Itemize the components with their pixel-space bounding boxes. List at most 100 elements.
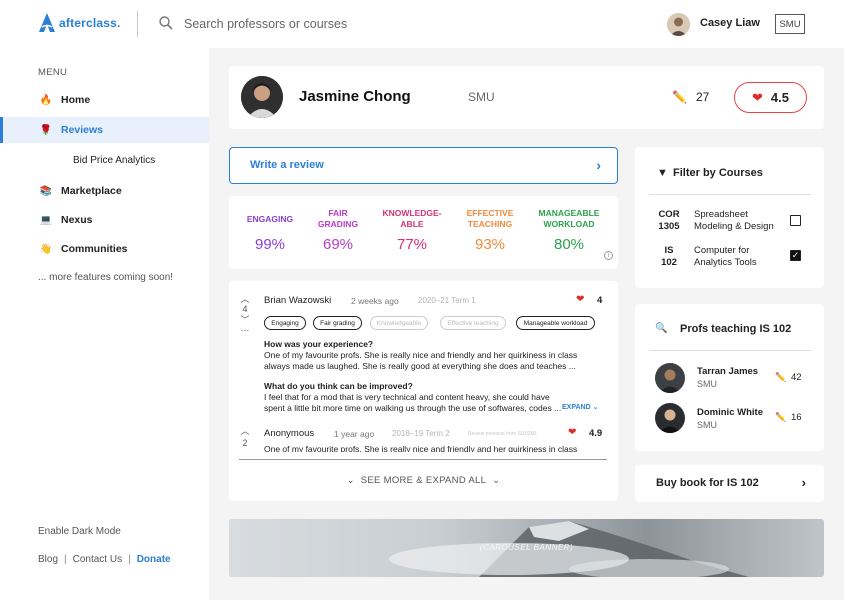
prof-name[interactable]: Dominic White bbox=[697, 407, 763, 418]
see-more-label: SEE MORE & EXPAND ALL bbox=[360, 475, 487, 486]
footer-separator: | bbox=[64, 554, 67, 565]
sidebar-item-communities[interactable]: 👋 Communities bbox=[0, 236, 209, 262]
tag-engaging: Engaging bbox=[264, 316, 306, 330]
user-avatar[interactable] bbox=[667, 13, 690, 36]
course-code: IS 102 bbox=[661, 245, 677, 268]
answer-experience: One of my favourite profs. She is really… bbox=[264, 350, 578, 371]
course-checkbox-cor1305[interactable] bbox=[790, 215, 801, 226]
prof-avatar[interactable] bbox=[655, 363, 685, 393]
logo-icon bbox=[39, 13, 55, 32]
write-review-label: Write a review bbox=[250, 159, 324, 171]
question-experience: How was your experience? bbox=[264, 339, 374, 349]
sidebar-item-label: Reviews bbox=[61, 124, 104, 136]
profs-teaching-card: 🔍 Profs teaching IS 102 Tarran James SMU… bbox=[635, 304, 824, 451]
metric-label: FAIR GRADING bbox=[317, 208, 359, 229]
metric-value: 69% bbox=[322, 236, 354, 253]
review-course-note: Review previous from IS102ML bbox=[468, 431, 538, 437]
metric-fair-grading: FAIR GRADING 69% bbox=[303, 206, 373, 253]
professor-avatar bbox=[241, 76, 283, 118]
review-term: 2020–21 Term 1 bbox=[418, 296, 476, 305]
see-more-button[interactable]: ⌄ SEE MORE & EXPAND ALL ⌄ bbox=[229, 475, 618, 486]
metric-value: 99% bbox=[254, 236, 286, 253]
heart-icon: ❤ bbox=[576, 294, 585, 305]
sidebar-item-home[interactable]: 🔥 Home bbox=[0, 87, 209, 113]
review-term: 2018–19 Term 2 bbox=[392, 429, 450, 438]
tag-manageable-workload: Manageable workload bbox=[516, 316, 595, 330]
banner-label: (CAROUSEL BANNER) bbox=[479, 543, 574, 552]
chevron-down-icon: ⌄ bbox=[592, 404, 599, 411]
contact-link[interactable]: Contact Us bbox=[73, 554, 122, 565]
prof-name[interactable]: Tarran James bbox=[697, 366, 758, 377]
answer-improve: I feel that for a mod that is very techn… bbox=[264, 392, 562, 413]
logo[interactable]: afterclass. bbox=[38, 12, 121, 34]
blog-link[interactable]: Blog bbox=[38, 554, 58, 565]
profs-divider bbox=[649, 350, 811, 351]
search-icon bbox=[159, 16, 173, 30]
info-icon[interactable]: i bbox=[604, 251, 613, 260]
prof-review-count: 16 bbox=[791, 412, 802, 423]
metric-effective-teaching: EFFECTIVE TEACHING 93% bbox=[455, 206, 525, 253]
footer-separator: | bbox=[128, 554, 131, 565]
header-divider bbox=[137, 11, 138, 37]
user-avatar-image bbox=[667, 13, 690, 36]
metric-knowledgeable: KNOWLEDGE-ABLE 77% bbox=[377, 206, 447, 253]
chevron-down-icon: ⌄ bbox=[346, 475, 355, 486]
prof-review-count: 42 bbox=[791, 372, 802, 383]
carousel-banner[interactable]: (CAROUSEL BANNER) bbox=[229, 519, 824, 577]
footer-links: Blog | Contact Us | Donate bbox=[38, 554, 171, 565]
books-icon: 📚 bbox=[39, 185, 53, 197]
user-name[interactable]: Casey Liaw bbox=[700, 17, 760, 29]
school-badge[interactable]: SMU bbox=[775, 14, 805, 34]
upvote-icon[interactable]: ︿ bbox=[240, 424, 250, 437]
sidebar-subitem-bid-price-analytics[interactable]: Bid Price Analytics bbox=[73, 155, 155, 166]
magnifier-icon: 🔍 bbox=[655, 323, 668, 334]
wave-icon: 👋 bbox=[39, 243, 53, 255]
sidebar-item-reviews[interactable]: 🌹 Reviews bbox=[0, 117, 209, 143]
question-improve: What do you think can be improved? bbox=[264, 381, 413, 391]
chevron-right-icon: › bbox=[801, 475, 806, 490]
prof-school: SMU bbox=[697, 379, 717, 389]
professor-school: SMU bbox=[468, 90, 495, 104]
metric-value: 93% bbox=[474, 236, 506, 253]
donate-link[interactable]: Donate bbox=[137, 554, 171, 565]
sidebar-item-label: Home bbox=[61, 94, 91, 106]
metric-label: ENGAGING bbox=[246, 213, 294, 224]
search-input[interactable] bbox=[184, 14, 484, 34]
pencil-icon: ✏️ bbox=[775, 372, 787, 382]
course-checkbox-is102[interactable]: ✓ bbox=[790, 250, 801, 261]
review-preview-clip: One of my favourite profs. She is really… bbox=[264, 444, 604, 452]
review-time: 2 weeks ago bbox=[351, 296, 399, 306]
prof-avatar[interactable] bbox=[655, 403, 685, 433]
top-bar: afterclass. Casey Liaw SMU bbox=[0, 0, 844, 48]
funnel-icon: ▼ bbox=[657, 167, 668, 179]
logo-text: afterclass. bbox=[59, 16, 121, 30]
course-name: Computer for Analytics Tools bbox=[694, 245, 757, 268]
answer-experience: One of my favourite profs. She is really… bbox=[264, 444, 578, 452]
dark-mode-toggle[interactable]: Enable Dark Mode bbox=[38, 526, 121, 537]
professor-header: Jasmine Chong SMU ✏️ 27 ❤ 4.5 bbox=[229, 66, 824, 129]
profs-teaching-title: Profs teaching IS 102 bbox=[680, 323, 792, 335]
more-features-note: ... more features coming soon! bbox=[38, 272, 174, 283]
write-review-button[interactable]: Write a review › bbox=[229, 147, 618, 184]
prof-avatar-image bbox=[655, 403, 685, 433]
sidebar-item-marketplace[interactable]: 📚 Marketplace bbox=[0, 178, 209, 204]
expand-label: EXPAND bbox=[562, 404, 591, 411]
expand-button[interactable]: EXPAND ⌄ bbox=[562, 403, 598, 411]
rating-badge[interactable]: ❤ 4.5 bbox=[734, 82, 807, 113]
rating-value: 4.5 bbox=[770, 90, 789, 105]
metric-label: EFFECTIVE TEACHING bbox=[466, 208, 514, 229]
vote-count: 2 bbox=[242, 438, 248, 448]
rose-icon: 🌹 bbox=[39, 124, 53, 136]
sidebar-item-nexus[interactable]: 💻 Nexus bbox=[0, 207, 209, 233]
more-options-icon[interactable]: … bbox=[240, 323, 250, 333]
prof-avatar-image bbox=[655, 363, 685, 393]
metric-manageable-workload: MANAGEABLE WORKLOAD 80% bbox=[533, 206, 605, 253]
fire-icon: 🔥 bbox=[39, 94, 53, 106]
review-count: 27 bbox=[696, 90, 710, 104]
heart-icon: ❤ bbox=[752, 89, 763, 105]
review-score: 4.9 bbox=[589, 428, 603, 439]
pencil-icon: ✏️ bbox=[672, 90, 687, 104]
prof-school: SMU bbox=[697, 420, 717, 430]
buy-book-button[interactable]: Buy book for IS 102 › bbox=[635, 465, 824, 502]
reviews-card: ︿ 4 ﹀ … Brian Wazowski 2 weeks ago 2020–… bbox=[229, 281, 618, 501]
